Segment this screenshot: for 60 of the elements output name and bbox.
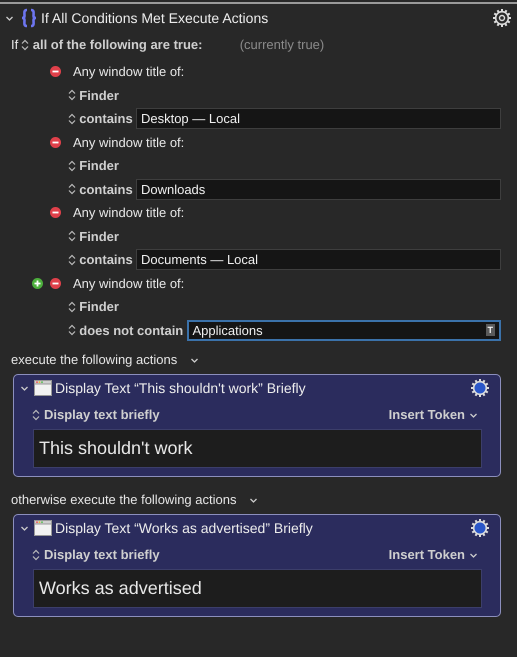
remove-icon[interactable]	[50, 207, 61, 218]
up-down-arrows-icon[interactable]	[68, 89, 76, 102]
text-field[interactable]: Downloads	[136, 178, 501, 200]
action-title: Display Text “This shouldn't work” Briefly	[55, 378, 307, 398]
token-button[interactable]: T	[486, 324, 495, 336]
text-field[interactable]: Applications T	[186, 320, 501, 341]
block-title: If All Conditions Met Execute Actions	[41, 8, 270, 28]
up-down-arrows-icon[interactable]	[68, 160, 76, 172]
remove-icon[interactable]	[50, 278, 61, 289]
branch-label: execute the following actions	[11, 351, 178, 370]
window-icon	[34, 380, 52, 396]
up-down-arrows-icon[interactable]	[32, 409, 40, 421]
operator-dropdown[interactable]: does not contain	[79, 320, 184, 340]
window-icon	[34, 520, 52, 536]
application-dropdown[interactable]: Finder	[79, 226, 119, 246]
condition-status: (currently true)	[240, 36, 324, 54]
insert-token-menu[interactable]: Insert Token	[388, 545, 465, 565]
text-field[interactable]: Desktop — Local	[136, 108, 501, 130]
chevron-down-icon[interactable]	[20, 524, 29, 532]
condition-label: Any window title of:	[73, 63, 184, 81]
remove-icon[interactable]	[50, 136, 61, 148]
operator-dropdown[interactable]: contains	[79, 109, 133, 128]
condition-label: Any window title of:	[73, 134, 184, 152]
application-dropdown[interactable]: Finder	[79, 297, 119, 316]
gear-icon[interactable]	[470, 518, 490, 538]
condition-label: Any window title of:	[73, 274, 184, 293]
action-title: Display Text “Works as advertised” Briefly	[55, 518, 314, 538]
up-down-arrows-icon[interactable]	[68, 254, 76, 266]
chevron-down-icon[interactable]	[249, 496, 258, 504]
gear-icon[interactable]	[470, 378, 490, 398]
text-field[interactable]: Documents — Local	[136, 249, 501, 270]
up-down-arrows-icon[interactable]	[68, 230, 76, 242]
match-mode-dropdown[interactable]: all of the following are true:	[32, 35, 202, 55]
action-mode-dropdown[interactable]: Display text briefly	[44, 405, 389, 425]
up-down-arrows-icon[interactable]	[68, 300, 76, 313]
braces-icon	[19, 8, 39, 28]
insert-token-menu[interactable]: Insert Token	[388, 405, 465, 425]
application-dropdown[interactable]: Finder	[79, 156, 119, 176]
action-mode-dropdown[interactable]: Display text briefly	[44, 545, 389, 565]
branch-label: otherwise execute the following actions	[11, 491, 236, 510]
chevron-down-icon[interactable]	[469, 410, 478, 420]
application-dropdown[interactable]: Finder	[79, 86, 119, 105]
up-down-arrows-icon[interactable]	[68, 183, 76, 196]
up-down-arrows-icon[interactable]	[32, 549, 40, 561]
chevron-down-icon[interactable]	[20, 384, 29, 392]
if-label: If	[11, 36, 18, 54]
condition-label: Any window title of:	[73, 204, 184, 222]
chevron-down-icon[interactable]	[469, 550, 478, 560]
text-area[interactable]: This shouldn't work	[33, 429, 482, 468]
operator-dropdown[interactable]: contains	[79, 180, 133, 199]
chevron-down-icon[interactable]	[190, 356, 200, 364]
remove-icon[interactable]	[50, 66, 61, 78]
up-down-arrows-icon[interactable]	[68, 112, 76, 125]
chevron-down-icon[interactable]	[5, 14, 14, 22]
operator-dropdown[interactable]: contains	[79, 250, 133, 270]
text-area[interactable]: Works as advertised	[33, 569, 482, 608]
add-icon[interactable]	[32, 278, 43, 289]
gear-icon[interactable]	[492, 8, 512, 28]
up-down-arrows-icon[interactable]	[68, 324, 76, 336]
up-down-arrows-icon[interactable]	[21, 39, 30, 51]
